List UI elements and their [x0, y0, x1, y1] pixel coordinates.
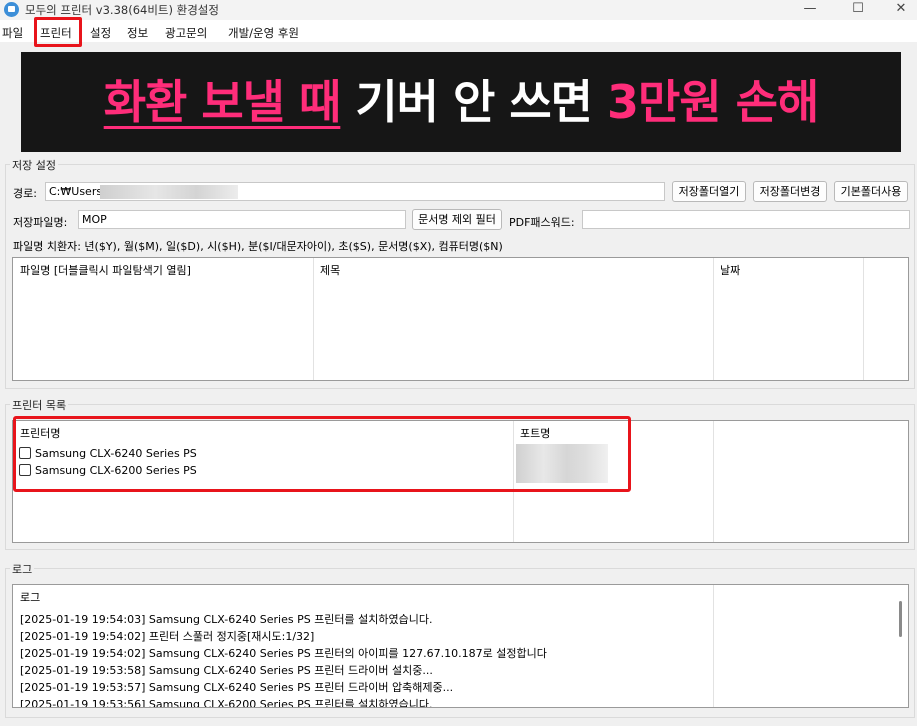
file-column-separator [863, 258, 864, 380]
menu-ad-inquiry[interactable]: 광고문의 [165, 25, 207, 41]
menu-settings[interactable]: 설정 [90, 25, 111, 41]
pdf-password-label: PDF패스워드: [509, 216, 575, 229]
printer-app-icon [4, 2, 19, 17]
file-column-separator [713, 258, 714, 380]
log-line: [2025-01-19 19:54:02] Samsung CLX-6240 S… [20, 647, 547, 660]
menu-info[interactable]: 정보 [127, 25, 148, 41]
ad-banner[interactable]: 화환 보낼 때 기버 안 쓰면 3만원 손해 [21, 52, 901, 152]
menu-highlight-box [34, 17, 82, 47]
banner-text: 화환 보낼 때 기버 안 쓰면 3만원 손해 [21, 52, 901, 152]
log-line: [2025-01-19 19:54:02] 프린터 스풀러 정지중[재시도:1/… [20, 630, 315, 643]
minimize-button[interactable]: — [790, 0, 830, 20]
banner-text-part2: 기버 안 쓰면 [340, 75, 607, 129]
filename-label: 저장파일명: [13, 216, 68, 229]
log-title: 로그 [10, 561, 35, 577]
path-label: 경로: [13, 187, 37, 200]
default-folder-button[interactable]: 기본폴더사용 [834, 181, 908, 202]
log-line: [2025-01-19 19:53:56] Samsung CLX-6200 S… [20, 698, 433, 707]
pdf-password-field[interactable] [582, 210, 910, 229]
storage-settings-title: 저장 설정 [10, 157, 58, 173]
menu-file[interactable]: 파일 [2, 25, 23, 41]
log-scrollbar-thumb[interactable] [899, 601, 902, 637]
file-column-separator [313, 258, 314, 380]
open-folder-button[interactable]: 저장폴더열기 [672, 181, 746, 202]
file-column-date[interactable]: 날짜 [720, 262, 740, 278]
log-line: [2025-01-19 19:53:58] Samsung CLX-6240 S… [20, 664, 433, 677]
maximize-button[interactable]: ☐ [838, 0, 878, 20]
file-column-name[interactable]: 파일명 [더블클릭시 파일탐색기 열림] [20, 262, 191, 278]
filename-field[interactable]: MOP [78, 210, 406, 229]
banner-text-part3: 3만원 손해 [607, 75, 819, 129]
banner-text-part1: 화환 보낼 때 [103, 75, 342, 129]
file-column-title[interactable]: 제목 [320, 262, 340, 278]
doc-filter-button[interactable]: 문서명 제외 필터 [412, 209, 502, 230]
path-redacted [100, 185, 238, 199]
log-column-separator [713, 585, 714, 707]
log-line: [2025-01-19 19:53:57] Samsung CLX-6240 S… [20, 681, 454, 694]
printer-column-separator [713, 421, 714, 542]
menu-donate[interactable]: 개발/운영 후원 [228, 25, 299, 41]
printer-highlight-box [13, 416, 631, 492]
window-title: 모두의 프린터 v3.38(64비트) 환경설정 [25, 3, 219, 17]
close-button[interactable]: ✕ [885, 0, 917, 20]
filename-substitute-hint: 파일명 치환자: 년($Y), 월($M), 일($D), 시($H), 분($… [13, 240, 503, 253]
change-folder-button[interactable]: 저장폴더변경 [753, 181, 827, 202]
log-column-header[interactable]: 로그 [20, 589, 40, 605]
log-line: [2025-01-19 19:54:03] Samsung CLX-6240 S… [20, 613, 433, 626]
printer-list-title: 프린터 목록 [10, 397, 69, 413]
